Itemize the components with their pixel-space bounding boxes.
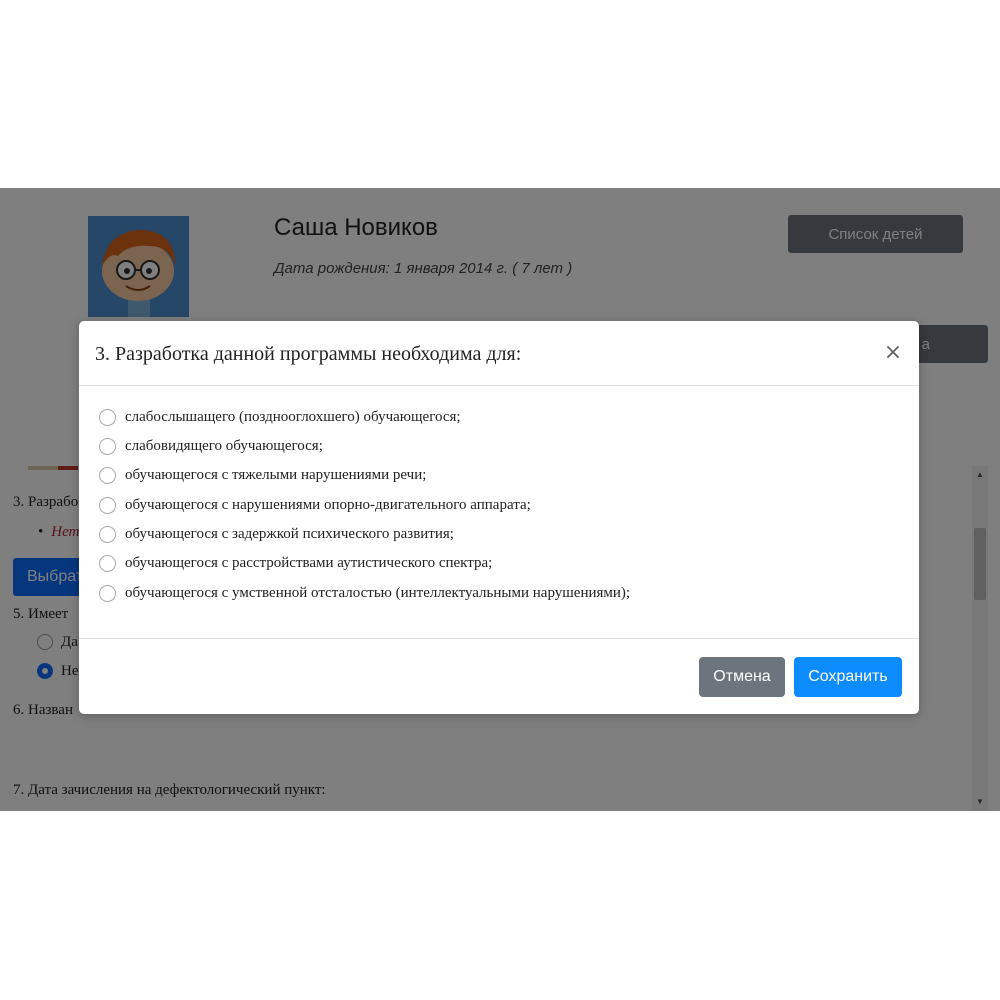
option-2-label: слабовидящего обучающегося; xyxy=(125,437,323,454)
option-4[interactable]: обучающегося с нарушениями опорно-двигат… xyxy=(99,494,531,516)
option-5-radio[interactable] xyxy=(99,525,116,543)
option-3-label: обучающегося с тяжелыми нарушениями речи… xyxy=(125,466,427,483)
option-5[interactable]: обучающегося с задержкой психического ра… xyxy=(99,523,454,545)
option-3[interactable]: обучающегося с тяжелыми нарушениями речи… xyxy=(99,464,426,486)
cancel-button[interactable]: Отмена xyxy=(699,657,785,697)
option-1[interactable]: слабослышащего (позднооглохшего) обучающ… xyxy=(99,406,461,428)
option-5-label: обучающегося с задержкой психического ра… xyxy=(125,525,454,542)
option-6[interactable]: обучающегося с расстройствами аутистичес… xyxy=(99,552,492,574)
option-2-radio[interactable] xyxy=(99,437,116,455)
close-icon[interactable]: × xyxy=(879,339,907,367)
option-6-label: обучающегося с расстройствами аутистичес… xyxy=(125,554,493,571)
modal-body: слабослышащего (позднооглохшего) обучающ… xyxy=(79,386,919,639)
option-6-radio[interactable] xyxy=(99,554,116,572)
option-1-label: слабослышащего (позднооглохшего) обучающ… xyxy=(125,408,461,425)
option-4-label: обучающегося с нарушениями опорно-двигат… xyxy=(125,496,531,513)
modal-header: 3. Разработка данной программы необходим… xyxy=(79,321,919,386)
option-2[interactable]: слабовидящего обучающегося; xyxy=(99,435,323,457)
save-button[interactable]: Сохранить xyxy=(794,657,902,697)
option-7-radio[interactable] xyxy=(99,584,116,602)
option-7[interactable]: обучающегося с умственной отсталостью (и… xyxy=(99,582,630,604)
modal-title: 3. Разработка данной программы необходим… xyxy=(95,343,522,365)
option-4-radio[interactable] xyxy=(99,496,116,514)
modal-footer: Отмена Сохранить xyxy=(79,639,919,714)
option-7-label: обучающегося с умственной отсталостью (и… xyxy=(125,584,631,601)
question-modal: 3. Разработка данной программы необходим… xyxy=(79,321,919,714)
option-3-radio[interactable] xyxy=(99,466,116,484)
option-1-radio[interactable] xyxy=(99,408,116,426)
